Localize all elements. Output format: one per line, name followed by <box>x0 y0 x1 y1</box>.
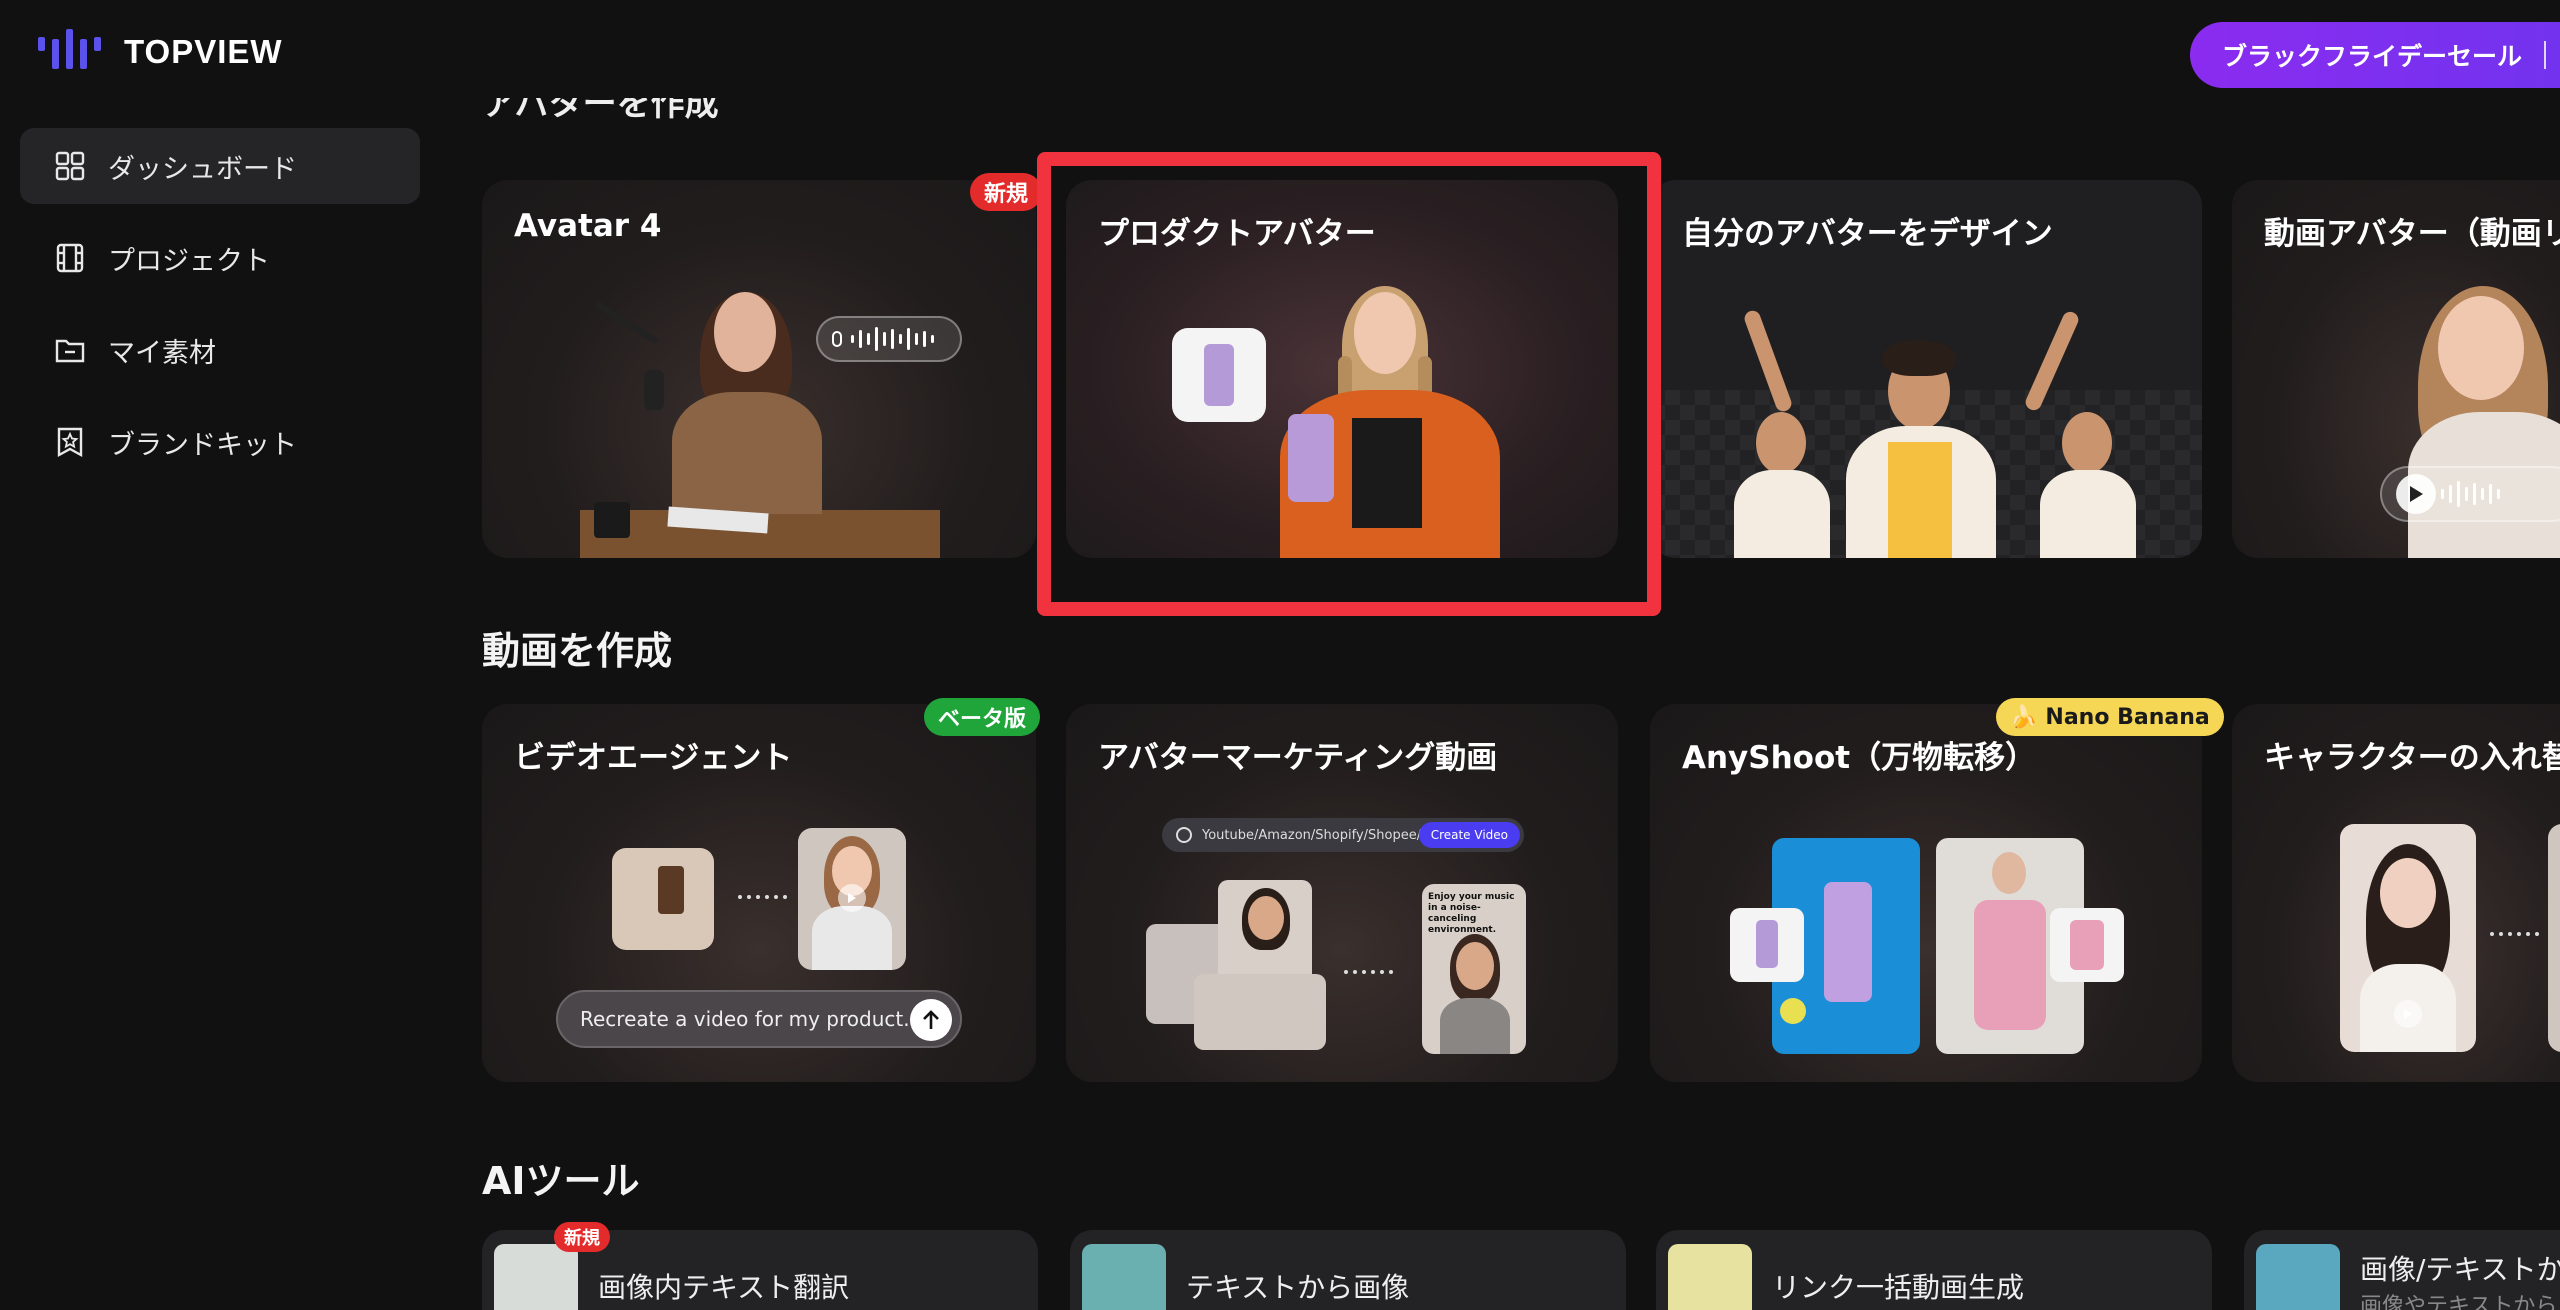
character-source-image <box>2340 824 2476 1052</box>
link-icon <box>1176 827 1192 843</box>
card-title: プロダクトアバター <box>1098 216 1376 252</box>
card-design-avatar[interactable]: 自分のアバターをデザイン <box>1650 180 2202 558</box>
card-avatar-marketing-video[interactable]: アバターマーケティング動画 Youtube/Amazon/Shopify/Sho… <box>1066 704 1618 1082</box>
promo-divider <box>2544 41 2547 69</box>
sidebar-item-label: プロジェクト <box>108 245 270 277</box>
black-friday-sale-button[interactable]: ブラックフライデーセール <box>2190 22 2560 88</box>
app-root: TOPVIEW ダッシュボード プロジェクト マイ素材 ブランドキット ブラック… <box>0 0 2560 1310</box>
section-title-ai-tools: AIツール <box>482 1159 640 1203</box>
new-badge: 新規 <box>970 173 1043 211</box>
create-video-button[interactable]: Create Video <box>1418 822 1520 848</box>
banana-icon: 🍌 <box>2010 704 2038 730</box>
section-title-video: 動画を作成 <box>482 629 673 673</box>
play-icon[interactable] <box>2396 474 2436 514</box>
card-title: キャラクターの入れ替 <box>2264 740 2560 776</box>
promo-label: ブラックフライデーセール <box>2222 42 2523 71</box>
brand-logo[interactable]: TOPVIEW <box>38 28 283 76</box>
anyshoot-dress-thumb <box>2050 908 2124 982</box>
play-icon <box>838 884 866 912</box>
tool-thumbnail <box>1668 1244 1752 1310</box>
sidebar-item-assets[interactable]: マイ素材 <box>20 312 420 388</box>
sidebar-item-label: ダッシュボード <box>108 153 297 185</box>
anyshoot-product-thumb <box>1730 908 1804 982</box>
sidebar-item-dashboard[interactable]: ダッシュボード <box>20 128 420 204</box>
card-product-avatar[interactable]: プロダクトアバター <box>1066 180 1618 558</box>
url-input[interactable]: Youtube/Amazon/Shopify/Shopee/TikTok... … <box>1162 818 1524 852</box>
video-waveform <box>2380 466 2560 522</box>
brand-name: TOPVIEW <box>124 33 283 70</box>
tool-thumbnail <box>1082 1244 1166 1310</box>
card-title: アバターマーケティング動画 <box>1098 740 1498 776</box>
card-anyshoot[interactable]: AnyShoot（万物転移） <box>1650 704 2202 1082</box>
result-phone-preview: Enjoy your music in a noise-canceling en… <box>1422 884 1526 1054</box>
card-avatar-4[interactable]: Avatar 4 <box>482 180 1036 558</box>
progress-dots <box>738 895 787 899</box>
agent-result-image <box>798 828 906 970</box>
tool-label: リンク一括動画生成 <box>1772 1271 2025 1304</box>
source-clip-3 <box>1194 974 1326 1050</box>
tool-label: テキストから画像 <box>1186 1271 1410 1304</box>
character-result-image <box>2548 824 2560 1052</box>
progress-dots <box>2490 932 2539 936</box>
tool-sub-label: 画像やテキストから <box>2360 1294 2558 1310</box>
beta-badge: ベータ版 <box>924 698 1041 736</box>
tool-thumbnail <box>494 1244 578 1310</box>
card-title: AnyShoot（万物転移） <box>1682 740 2037 776</box>
nano-banana-badge: 🍌 Nano Banana <box>1996 698 2224 736</box>
prompt-input[interactable]: Recreate a video for my product... <box>556 990 962 1048</box>
film-icon <box>54 242 86 274</box>
microphone-icon <box>832 331 842 347</box>
card-character-swap[interactable]: キャラクターの入れ替 <box>2232 704 2560 1082</box>
send-arrow-icon[interactable] <box>910 999 952 1041</box>
play-icon <box>2394 1000 2422 1028</box>
section-title-avatar: アバターを作成 <box>482 98 719 124</box>
phone-caption: Enjoy your music in a noise-canceling en… <box>1428 892 1515 935</box>
tool-bulk-link-video[interactable]: リンク一括動画生成 <box>1656 1230 2212 1310</box>
tool-thumbnail <box>2256 1244 2340 1310</box>
tool-text-to-image[interactable]: テキストから画像 <box>1070 1230 1626 1310</box>
card-video-avatar[interactable]: 動画アバター（動画リ <box>2232 180 2560 558</box>
card-title: Avatar 4 <box>514 208 662 244</box>
sidebar-nav: ダッシュボード プロジェクト マイ素材 ブランドキット <box>20 128 420 496</box>
folder-icon <box>54 334 86 366</box>
card-video-agent[interactable]: ビデオエージェント Recreate a video for my produc… <box>482 704 1036 1082</box>
sidebar-item-label: マイ素材 <box>108 337 216 369</box>
tool-label: 画像/テキストか <box>2360 1253 2560 1286</box>
card-title: ビデオエージェント <box>514 740 793 776</box>
tool-label: 画像内テキスト翻訳 <box>598 1271 850 1304</box>
voice-waveform <box>816 316 962 362</box>
product-thumbnail <box>1172 328 1266 422</box>
prompt-text: Recreate a video for my product... <box>580 1007 923 1031</box>
star-bookmark-icon <box>54 426 86 458</box>
agent-source-image <box>612 848 714 950</box>
card-title: 動画アバター（動画リ <box>2264 216 2560 252</box>
sidebar-item-projects[interactable]: プロジェクト <box>20 220 420 296</box>
tool-image-text-to-video[interactable]: 画像/テキストか 画像やテキストから <box>2244 1230 2560 1310</box>
sidebar-item-brand-kit[interactable]: ブランドキット <box>20 404 420 480</box>
sidebar-item-label: ブランドキット <box>108 429 297 461</box>
topview-logo-icon <box>38 29 108 75</box>
card-title: 自分のアバターをデザイン <box>1682 216 2053 252</box>
new-badge: 新規 <box>554 1222 610 1252</box>
progress-dots <box>1344 970 1393 974</box>
grid-icon <box>54 150 86 182</box>
